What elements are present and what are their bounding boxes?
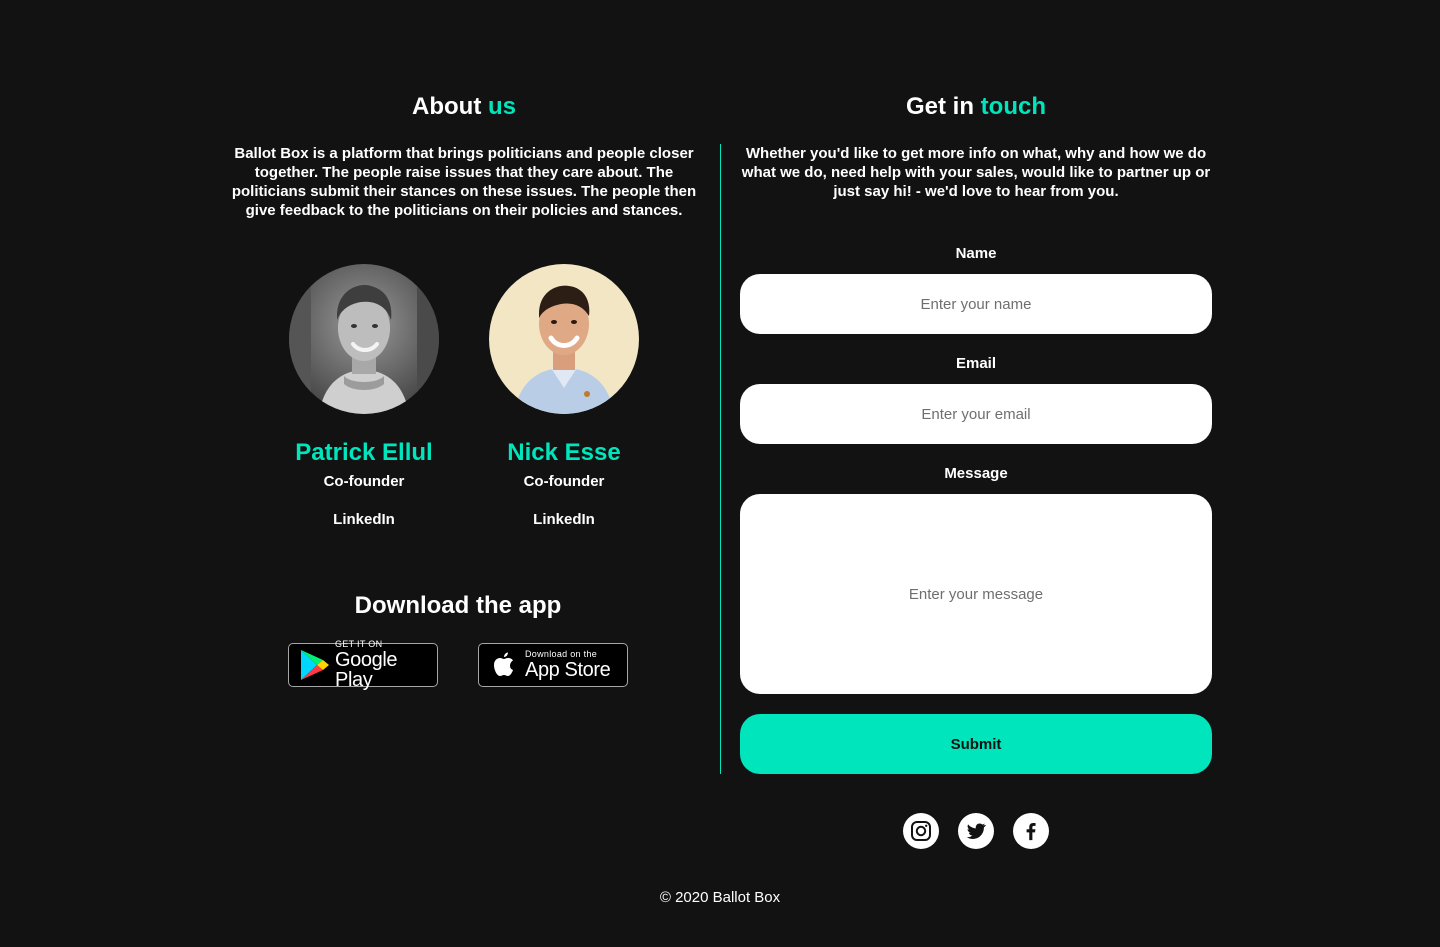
copyright-text: © 2020 Ballot Box — [659, 889, 781, 906]
download-title: Download the app — [354, 592, 562, 619]
founder-name: Patrick Ellul — [295, 439, 433, 466]
avatar-nick-esse — [489, 264, 639, 414]
about-title: About us — [228, 91, 700, 123]
app-store-small-text: Download on the — [525, 649, 598, 659]
google-play-icon — [301, 650, 329, 680]
google-play-text: GET IT ON Google Play — [335, 639, 437, 691]
linkedin-link[interactable]: LinkedIn — [333, 510, 395, 530]
page: About us Ballot Box is a platform that b… — [0, 0, 1440, 947]
founder-card: Patrick Ellul Co-founder LinkedIn — [264, 264, 464, 530]
about-title-accent: us — [487, 93, 516, 120]
contact-title: Get in touch — [740, 91, 1212, 123]
founder-role: Co-founder — [523, 473, 605, 490]
facebook-link[interactable] — [1013, 813, 1049, 849]
column-divider — [720, 144, 721, 774]
email-input[interactable] — [740, 384, 1212, 444]
submit-button[interactable]: Submit — [740, 714, 1212, 774]
avatar-patrick-ellul — [289, 264, 439, 414]
twitter-icon — [966, 823, 986, 839]
contact-title-prefix: Get in — [905, 93, 974, 120]
about-description: Ballot Box is a platform that brings pol… — [231, 145, 697, 219]
google-play-big-text: Google Play — [335, 649, 398, 691]
founder-name: Nick Esse — [507, 439, 621, 466]
email-label: Email — [955, 355, 997, 372]
instagram-icon — [911, 821, 931, 841]
name-input[interactable] — [740, 274, 1212, 334]
apple-icon — [494, 652, 513, 676]
message-label: Message — [944, 465, 1008, 482]
contact-title-accent: touch — [980, 93, 1046, 120]
google-play-small-text: GET IT ON — [335, 639, 383, 649]
linkedin-link[interactable]: LinkedIn — [533, 510, 595, 530]
google-play-badge[interactable]: GET IT ON Google Play — [288, 639, 438, 691]
founder-role: Co-founder — [323, 473, 405, 490]
message-textarea[interactable]: Enter your message — [740, 494, 1212, 694]
twitter-link[interactable] — [958, 813, 994, 849]
name-label: Name — [955, 245, 997, 262]
instagram-link[interactable] — [903, 813, 939, 849]
app-store-badge[interactable]: Download on the App Store — [478, 643, 628, 687]
contact-description: Whether you'd like to get more info on w… — [741, 145, 1211, 200]
about-title-prefix: About — [412, 93, 482, 120]
founder-card: Nick Esse Co-founder LinkedIn — [464, 264, 664, 530]
app-store-big-text: App Store — [525, 659, 611, 681]
message-placeholder: Enter your message — [908, 585, 1044, 603]
app-store-text: Download on the App Store — [525, 649, 611, 681]
facebook-icon — [1026, 823, 1036, 841]
